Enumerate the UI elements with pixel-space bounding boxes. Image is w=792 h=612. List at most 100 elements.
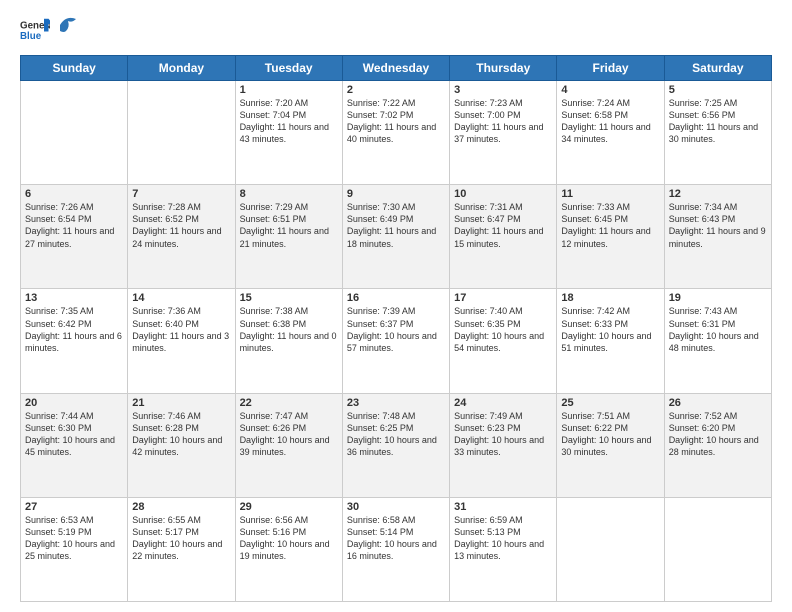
week-row-2: 6 Sunrise: 7:26 AM Sunset: 6:54 PM Dayli… xyxy=(21,185,772,289)
day-number: 4 xyxy=(561,84,659,96)
cell-content: Sunrise: 6:59 AM Sunset: 5:13 PM Dayligh… xyxy=(454,514,552,563)
day-number: 26 xyxy=(669,397,767,409)
day-number: 31 xyxy=(454,501,552,513)
sunset-text: Sunset: 6:49 PM xyxy=(347,214,414,224)
cell-content: Sunrise: 7:24 AM Sunset: 6:58 PM Dayligh… xyxy=(561,97,659,146)
logo: General Blue xyxy=(20,15,78,45)
day-number: 30 xyxy=(347,501,445,513)
sunset-text: Sunset: 6:25 PM xyxy=(347,423,414,433)
week-row-1: 1 Sunrise: 7:20 AM Sunset: 7:04 PM Dayli… xyxy=(21,81,772,185)
daylight-text: Daylight: 11 hours and 18 minutes. xyxy=(347,226,436,248)
cell-content: Sunrise: 7:46 AM Sunset: 6:28 PM Dayligh… xyxy=(132,410,230,459)
day-cell: 22 Sunrise: 7:47 AM Sunset: 6:26 PM Dayl… xyxy=(235,393,342,497)
header-sunday: Sunday xyxy=(21,56,128,81)
sunrise-text: Sunrise: 7:44 AM xyxy=(25,411,94,421)
page: General Blue Sunday Monday Tuesday xyxy=(0,0,792,612)
day-cell: 20 Sunrise: 7:44 AM Sunset: 6:30 PM Dayl… xyxy=(21,393,128,497)
day-cell: 8 Sunrise: 7:29 AM Sunset: 6:51 PM Dayli… xyxy=(235,185,342,289)
day-cell: 6 Sunrise: 7:26 AM Sunset: 6:54 PM Dayli… xyxy=(21,185,128,289)
day-cell: 3 Sunrise: 7:23 AM Sunset: 7:00 PM Dayli… xyxy=(450,81,557,185)
sunrise-text: Sunrise: 6:56 AM xyxy=(240,515,309,525)
sunset-text: Sunset: 6:54 PM xyxy=(25,214,92,224)
daylight-text: Daylight: 10 hours and 13 minutes. xyxy=(454,539,544,561)
day-number: 18 xyxy=(561,292,659,304)
day-cell: 5 Sunrise: 7:25 AM Sunset: 6:56 PM Dayli… xyxy=(664,81,771,185)
header: General Blue xyxy=(20,15,772,45)
daylight-text: Daylight: 11 hours and 6 minutes. xyxy=(25,331,122,353)
daylight-text: Daylight: 11 hours and 21 minutes. xyxy=(240,226,329,248)
sunrise-text: Sunrise: 7:35 AM xyxy=(25,306,94,316)
sunset-text: Sunset: 6:40 PM xyxy=(132,319,199,329)
daylight-text: Daylight: 10 hours and 39 minutes. xyxy=(240,435,330,457)
day-number: 5 xyxy=(669,84,767,96)
sunset-text: Sunset: 7:02 PM xyxy=(347,110,414,120)
daylight-text: Daylight: 10 hours and 16 minutes. xyxy=(347,539,437,561)
cell-content: Sunrise: 7:42 AM Sunset: 6:33 PM Dayligh… xyxy=(561,305,659,354)
cell-content: Sunrise: 7:36 AM Sunset: 6:40 PM Dayligh… xyxy=(132,305,230,354)
day-number: 1 xyxy=(240,84,338,96)
sunrise-text: Sunrise: 7:34 AM xyxy=(669,202,738,212)
daylight-text: Daylight: 11 hours and 34 minutes. xyxy=(561,122,650,144)
day-cell: 13 Sunrise: 7:35 AM Sunset: 6:42 PM Dayl… xyxy=(21,289,128,393)
cell-content: Sunrise: 7:52 AM Sunset: 6:20 PM Dayligh… xyxy=(669,410,767,459)
sunset-text: Sunset: 6:23 PM xyxy=(454,423,521,433)
header-friday: Friday xyxy=(557,56,664,81)
cell-content: Sunrise: 7:40 AM Sunset: 6:35 PM Dayligh… xyxy=(454,305,552,354)
cell-content: Sunrise: 7:34 AM Sunset: 6:43 PM Dayligh… xyxy=(669,201,767,250)
daylight-text: Daylight: 10 hours and 48 minutes. xyxy=(669,331,759,353)
sunrise-text: Sunrise: 6:59 AM xyxy=(454,515,523,525)
sunrise-text: Sunrise: 7:25 AM xyxy=(669,98,738,108)
sunrise-text: Sunrise: 6:55 AM xyxy=(132,515,201,525)
sunset-text: Sunset: 7:04 PM xyxy=(240,110,307,120)
sunset-text: Sunset: 6:22 PM xyxy=(561,423,628,433)
day-cell xyxy=(664,497,771,601)
sunrise-text: Sunrise: 7:43 AM xyxy=(669,306,738,316)
daylight-text: Daylight: 11 hours and 43 minutes. xyxy=(240,122,329,144)
day-number: 28 xyxy=(132,501,230,513)
header-thursday: Thursday xyxy=(450,56,557,81)
cell-content: Sunrise: 7:29 AM Sunset: 6:51 PM Dayligh… xyxy=(240,201,338,250)
cell-content: Sunrise: 7:25 AM Sunset: 6:56 PM Dayligh… xyxy=(669,97,767,146)
day-number: 22 xyxy=(240,397,338,409)
day-cell: 15 Sunrise: 7:38 AM Sunset: 6:38 PM Dayl… xyxy=(235,289,342,393)
daylight-text: Daylight: 11 hours and 3 minutes. xyxy=(132,331,229,353)
header-tuesday: Tuesday xyxy=(235,56,342,81)
week-row-3: 13 Sunrise: 7:35 AM Sunset: 6:42 PM Dayl… xyxy=(21,289,772,393)
daylight-text: Daylight: 11 hours and 15 minutes. xyxy=(454,226,543,248)
day-number: 25 xyxy=(561,397,659,409)
sunrise-text: Sunrise: 7:24 AM xyxy=(561,98,630,108)
day-cell: 25 Sunrise: 7:51 AM Sunset: 6:22 PM Dayl… xyxy=(557,393,664,497)
daylight-text: Daylight: 10 hours and 22 minutes. xyxy=(132,539,222,561)
sunrise-text: Sunrise: 6:58 AM xyxy=(347,515,416,525)
daylight-text: Daylight: 10 hours and 51 minutes. xyxy=(561,331,651,353)
day-cell: 23 Sunrise: 7:48 AM Sunset: 6:25 PM Dayl… xyxy=(342,393,449,497)
day-cell: 10 Sunrise: 7:31 AM Sunset: 6:47 PM Dayl… xyxy=(450,185,557,289)
header-wednesday: Wednesday xyxy=(342,56,449,81)
cell-content: Sunrise: 7:47 AM Sunset: 6:26 PM Dayligh… xyxy=(240,410,338,459)
day-cell xyxy=(128,81,235,185)
day-number: 3 xyxy=(454,84,552,96)
calendar-table: Sunday Monday Tuesday Wednesday Thursday… xyxy=(20,55,772,602)
day-cell: 28 Sunrise: 6:55 AM Sunset: 5:17 PM Dayl… xyxy=(128,497,235,601)
sunset-text: Sunset: 6:26 PM xyxy=(240,423,307,433)
cell-content: Sunrise: 7:26 AM Sunset: 6:54 PM Dayligh… xyxy=(25,201,123,250)
sunset-text: Sunset: 5:14 PM xyxy=(347,527,414,537)
sunset-text: Sunset: 6:42 PM xyxy=(25,319,92,329)
day-cell: 31 Sunrise: 6:59 AM Sunset: 5:13 PM Dayl… xyxy=(450,497,557,601)
svg-text:Blue: Blue xyxy=(20,31,42,42)
sunset-text: Sunset: 6:30 PM xyxy=(25,423,92,433)
sunrise-text: Sunrise: 7:20 AM xyxy=(240,98,309,108)
day-number: 21 xyxy=(132,397,230,409)
cell-content: Sunrise: 6:55 AM Sunset: 5:17 PM Dayligh… xyxy=(132,514,230,563)
sunrise-text: Sunrise: 7:49 AM xyxy=(454,411,523,421)
sunrise-text: Sunrise: 7:51 AM xyxy=(561,411,630,421)
sunset-text: Sunset: 6:51 PM xyxy=(240,214,307,224)
day-number: 27 xyxy=(25,501,123,513)
header-monday: Monday xyxy=(128,56,235,81)
sunset-text: Sunset: 6:47 PM xyxy=(454,214,521,224)
day-cell: 19 Sunrise: 7:43 AM Sunset: 6:31 PM Dayl… xyxy=(664,289,771,393)
day-number: 10 xyxy=(454,188,552,200)
daylight-text: Daylight: 10 hours and 28 minutes. xyxy=(669,435,759,457)
day-cell: 9 Sunrise: 7:30 AM Sunset: 6:49 PM Dayli… xyxy=(342,185,449,289)
day-number: 17 xyxy=(454,292,552,304)
